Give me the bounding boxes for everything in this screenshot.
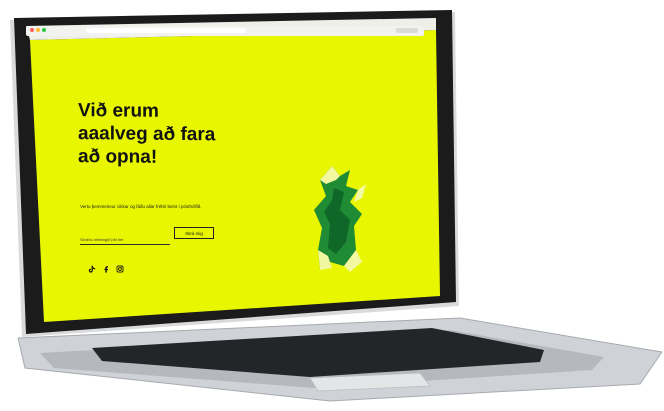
close-dot[interactable] xyxy=(30,28,34,32)
landing-page: Við erum aaalveg að fara að opna! Vertu … xyxy=(38,52,434,273)
browser-controls[interactable] xyxy=(396,28,418,33)
facebook-icon[interactable] xyxy=(102,265,110,273)
address-bar[interactable] xyxy=(86,28,246,33)
signup-button[interactable]: Skrá mig xyxy=(174,227,214,239)
zoom-dot[interactable] xyxy=(42,28,46,32)
email-placeholder: Skráðu netfangið þitt hér xyxy=(80,237,124,242)
hero-headline: Við erum aaalveg að fara að opna! xyxy=(78,100,216,168)
signup-label: Skrá mig xyxy=(185,230,203,236)
browser-toolbar xyxy=(26,26,424,36)
torn-paper-hole xyxy=(314,166,366,272)
email-input[interactable]: Skráðu netfangið þitt hér xyxy=(80,237,170,245)
instagram-icon[interactable] xyxy=(116,265,124,273)
minimize-dot[interactable] xyxy=(36,28,40,32)
window-controls xyxy=(30,28,46,32)
stage: Við erum aaalveg að fara að opna! Vertu … xyxy=(0,0,664,411)
hero-description: Vertu þemmerieur cikkar og fáðu allar fr… xyxy=(80,204,202,209)
tiktok-icon[interactable] xyxy=(88,265,96,273)
social-links xyxy=(88,265,124,273)
